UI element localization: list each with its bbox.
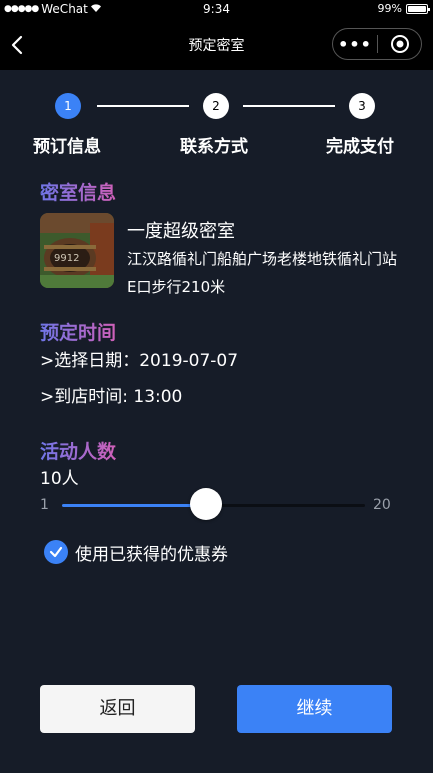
room-section-title: 密室信息 [40, 178, 116, 205]
step-2-label: 联系方式 [180, 137, 248, 157]
battery-level [408, 5, 426, 12]
date-select-line[interactable]: >选择日期：2019-07-07 [40, 346, 238, 371]
step-connector-1 [97, 105, 189, 107]
mini-program-capsule: ••• [332, 28, 422, 60]
step-1-circle: 1 [55, 93, 81, 119]
people-count-label: 10人 [40, 469, 79, 489]
step-3-circle: 3 [349, 93, 375, 119]
arrival-time-line[interactable]: >到店时间: 13:00 [40, 382, 182, 407]
coupon-checkbox[interactable] [44, 540, 68, 564]
room-thumbnail[interactable]: 9912 [40, 213, 114, 288]
slider-min-label: 1 [40, 497, 49, 513]
battery-icon [406, 3, 430, 14]
continue-button[interactable]: 继续 [237, 685, 392, 733]
room-name: 一度超级密室 [127, 221, 235, 242]
people-slider-fill [62, 504, 206, 507]
step-1-label: 预订信息 [33, 137, 101, 157]
status-time: 9:34 [203, 2, 230, 16]
people-section-title: 活动人数 [40, 437, 116, 464]
slider-max-label: 20 [373, 497, 391, 513]
status-bar: ●●●●● WeChat 9:34 99% [0, 0, 433, 20]
nav-bar: 预定密室 ••• [0, 20, 433, 70]
schedule-section-title: 预定时间 [40, 318, 116, 345]
close-target-icon[interactable] [378, 34, 421, 54]
more-icon[interactable]: ••• [333, 35, 377, 54]
checkmark-icon [49, 546, 63, 558]
room-address: 江汉路循礼门船舶广场老楼地铁循礼门站E口步行210米 [127, 250, 398, 296]
people-slider-handle[interactable] [189, 488, 222, 520]
thumb-lettering: 9912 [54, 253, 79, 264]
battery-percent: 99% [377, 2, 402, 15]
battery-group: 99% [377, 2, 430, 15]
back-button[interactable]: 返回 [40, 685, 195, 733]
step-3-label: 完成支付 [326, 137, 394, 157]
step-connector-2 [243, 105, 335, 107]
step-2-circle: 2 [203, 93, 229, 119]
coupon-label[interactable]: 使用已获得的优惠券 [75, 540, 228, 565]
